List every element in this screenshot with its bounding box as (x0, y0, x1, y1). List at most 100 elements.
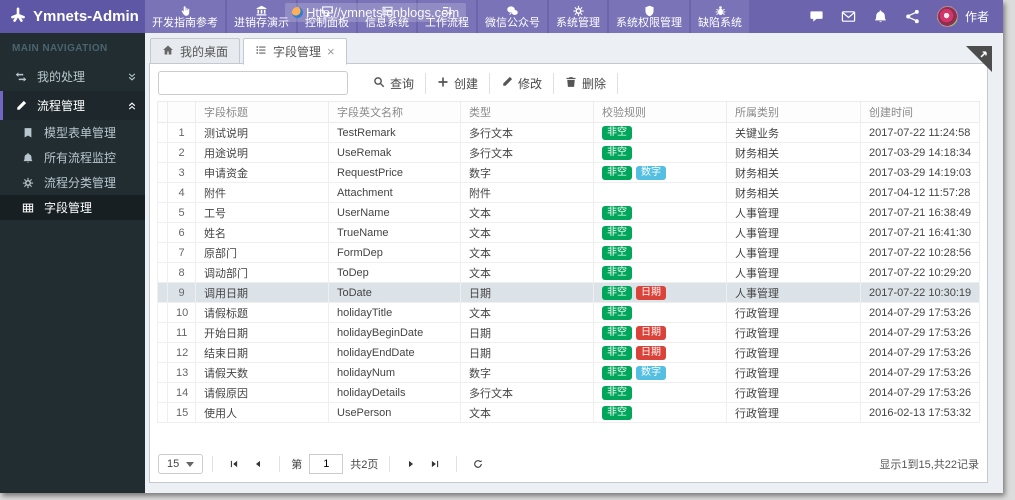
cell-rules: 非空 (593, 302, 727, 323)
cell-row-number: 7 (167, 242, 196, 263)
column-header[interactable]: 类型 (460, 101, 594, 123)
share-icon-button[interactable] (905, 9, 920, 24)
search-input[interactable] (158, 71, 348, 95)
cell-created: 2014-07-29 17:53:26 (860, 362, 980, 383)
rule-badge: 非空 (602, 265, 632, 280)
last-page-button[interactable] (423, 457, 447, 471)
cell-title: 测试说明 (195, 122, 329, 143)
nav-item-wechat[interactable]: 微信公众号 (478, 0, 547, 33)
tab-1[interactable]: 字段管理 × (243, 38, 347, 65)
main-content: 我的桌面 字段管理 × 查询 创建 修改 删除 字段标题 字段英文名称 类型 校验规则 所属类别创… (145, 33, 992, 487)
cell-en-name: TestRemark (328, 122, 461, 143)
cell-rules: 非空 (593, 382, 727, 403)
table-row[interactable]: 5 工号 UserName 文本 非空 人事管理 2017-07-21 16:38:49 (157, 202, 980, 223)
first-page-button[interactable] (222, 457, 246, 471)
plus-icon (437, 76, 449, 91)
cell-row-number: 10 (167, 302, 196, 323)
sidebar-subitem-bell[interactable]: 所有流程监控 (0, 145, 145, 170)
cell-en-name: ToDate (328, 282, 461, 303)
table-row[interactable]: 3 申请资金 RequestPrice 数字 非空 数字 财务相关 2017-03-29 14… (157, 162, 980, 183)
expand-corner-button[interactable] (966, 46, 992, 72)
table-row[interactable]: 14 请假原因 holidayDetails 多行文本 非空 行政管理 2014-07-29… (157, 382, 980, 403)
table-row[interactable]: 13 请假天数 holidayNum 数字 非空 数字 行政管理 2014-07-29 17:… (157, 362, 980, 383)
pencil-icon (501, 76, 513, 91)
page-number-input[interactable] (309, 454, 344, 474)
rule-badge: 日期 (636, 285, 666, 300)
page-size-select[interactable]: 15 (158, 454, 204, 474)
table-row[interactable]: 7 原部门 FormDep 文本 非空 人事管理 2017-07-22 10:28:56 (157, 242, 980, 263)
shield-icon (643, 4, 656, 17)
cell-rules: 非空 日期 (593, 322, 727, 343)
toolbar-buttons: 查询 创建 修改 删除 (362, 72, 619, 94)
cell-created: 2017-07-22 10:30:19 (860, 282, 980, 303)
column-header[interactable]: 字段标题 (195, 101, 329, 123)
column-header[interactable] (167, 101, 196, 123)
cell-row-number: 14 (167, 382, 196, 403)
cell-en-name: ToDep (328, 262, 461, 283)
table-row[interactable]: 10 请假标题 holidayTitle 文本 非空 行政管理 2014-07-29 17:… (157, 302, 980, 323)
rule-badge: 非空 (602, 145, 632, 160)
table-row[interactable]: 9 调用日期 ToDate 日期 非空 日期 人事管理 2017-07-22 10:30:19 (157, 282, 980, 303)
bell-icon-button[interactable] (873, 9, 888, 24)
nav-item-shield[interactable]: 系统权限管理 (609, 0, 689, 33)
table-row[interactable]: 4 附件 Attachment 附件 财务相关 2017-04-12 11:57:28 (157, 182, 980, 203)
pencil-button[interactable]: 修改 (490, 72, 555, 94)
cell-row-number: 13 (167, 362, 196, 383)
header-actions: 作者 (801, 0, 1003, 33)
nav-item-gear[interactable]: 系统管理 (549, 0, 607, 33)
cell-category: 人事管理 (726, 202, 861, 223)
cell-created: 2017-07-21 16:38:49 (860, 202, 980, 223)
tab-close-icon[interactable]: × (327, 45, 335, 58)
table-row[interactable]: 2 用途说明 UseRemak 多行文本 非空 财务相关 2017-03-29 14:18:… (157, 142, 980, 163)
column-header[interactable]: 校验规则 (593, 101, 727, 123)
nav-item-hand-pointer[interactable]: 开发指南参考 (145, 0, 225, 33)
expand-arrow-icon (980, 51, 987, 58)
table-row[interactable]: 1 测试说明 TestRemark 多行文本 非空 关键业务 2017-07-22 11:2… (157, 122, 980, 143)
cell-category: 行政管理 (726, 362, 861, 383)
sidebar-subitem-book[interactable]: 模型表单管理 (0, 120, 145, 145)
trash-button[interactable]: 删除 (554, 72, 619, 94)
table-row[interactable]: 8 调动部门 ToDep 文本 非空 人事管理 2017-07-22 10:29:20 (157, 262, 980, 283)
column-header[interactable]: 创建时间 (860, 101, 980, 123)
cell-created: 2017-07-22 11:24:58 (860, 122, 980, 143)
prev-page-button[interactable] (246, 457, 270, 471)
refresh-button[interactable] (466, 457, 490, 471)
cell-created: 2014-07-29 17:53:26 (860, 382, 980, 403)
table-row[interactable]: 11 开始日期 holidayBeginDate 日期 非空 日期 行政管理 2014-07-… (157, 322, 980, 343)
sidebar-item-exchange[interactable]: 我的处理 (0, 62, 145, 91)
table-row[interactable]: 6 姓名 TrueName 文本 非空 人事管理 2017-07-21 16:41:30 (157, 222, 980, 243)
sidebar-subitem-table[interactable]: 字段管理 (0, 195, 145, 220)
column-header[interactable]: 所属类别 (726, 101, 861, 123)
next-page-button[interactable] (399, 457, 423, 471)
column-header[interactable]: 字段英文名称 (328, 101, 461, 123)
rule-badge: 非空 (602, 125, 632, 140)
table-row[interactable]: 15 使用人 UsePerson 文本 非空 行政管理 2016-02-13 17:53:3… (157, 402, 980, 423)
cell-en-name: holidayBeginDate (328, 322, 461, 343)
nav-item-bug[interactable]: 缺陷系统 (691, 0, 749, 33)
rule-badge: 非空 (602, 305, 632, 320)
cell-created: 2017-07-21 16:41:30 (860, 222, 980, 243)
plus-button[interactable]: 创建 (426, 72, 491, 94)
envelope-icon-button[interactable] (841, 9, 856, 24)
user-name: 作者 (964, 10, 989, 24)
sidebar-submenu: 模型表单管理 所有流程监控 流程分类管理 字段管理 (0, 120, 145, 220)
top-navbar: Ymnets-Admin 开发指南参考 进销存演示 控制面板 信息系统 工作流程 微信公众… (0, 0, 1003, 33)
tab-0[interactable]: 我的桌面 (150, 38, 241, 64)
search-button[interactable]: 查询 (362, 72, 427, 94)
cell-title: 原部门 (195, 242, 329, 263)
sidebar-subitem-gear[interactable]: 流程分类管理 (0, 170, 145, 195)
cell-title: 工号 (195, 202, 329, 223)
rule-badge: 非空 (602, 225, 632, 240)
sidebar: MAIN NAVIGATION 我的处理 流程管理 模型表单管理 所有流程监控 流程分类… (0, 33, 145, 493)
cell-title: 用途说明 (195, 142, 329, 163)
comment-icon-button[interactable] (809, 9, 824, 24)
table-row[interactable]: 12 结束日期 holidayEndDate 日期 非空 日期 行政管理 2014-07-29… (157, 342, 980, 363)
cell-title: 请假原因 (195, 382, 329, 403)
cell-rules: 非空 (593, 142, 727, 163)
cell-type: 多行文本 (460, 142, 594, 163)
chevrons-down-icon (127, 72, 137, 82)
sidebar-item-edit[interactable]: 流程管理 (0, 91, 145, 120)
toolbar: 查询 创建 修改 删除 (150, 64, 987, 101)
user-menu[interactable]: 作者 (936, 6, 989, 27)
app-logo[interactable]: Ymnets-Admin (0, 0, 145, 33)
